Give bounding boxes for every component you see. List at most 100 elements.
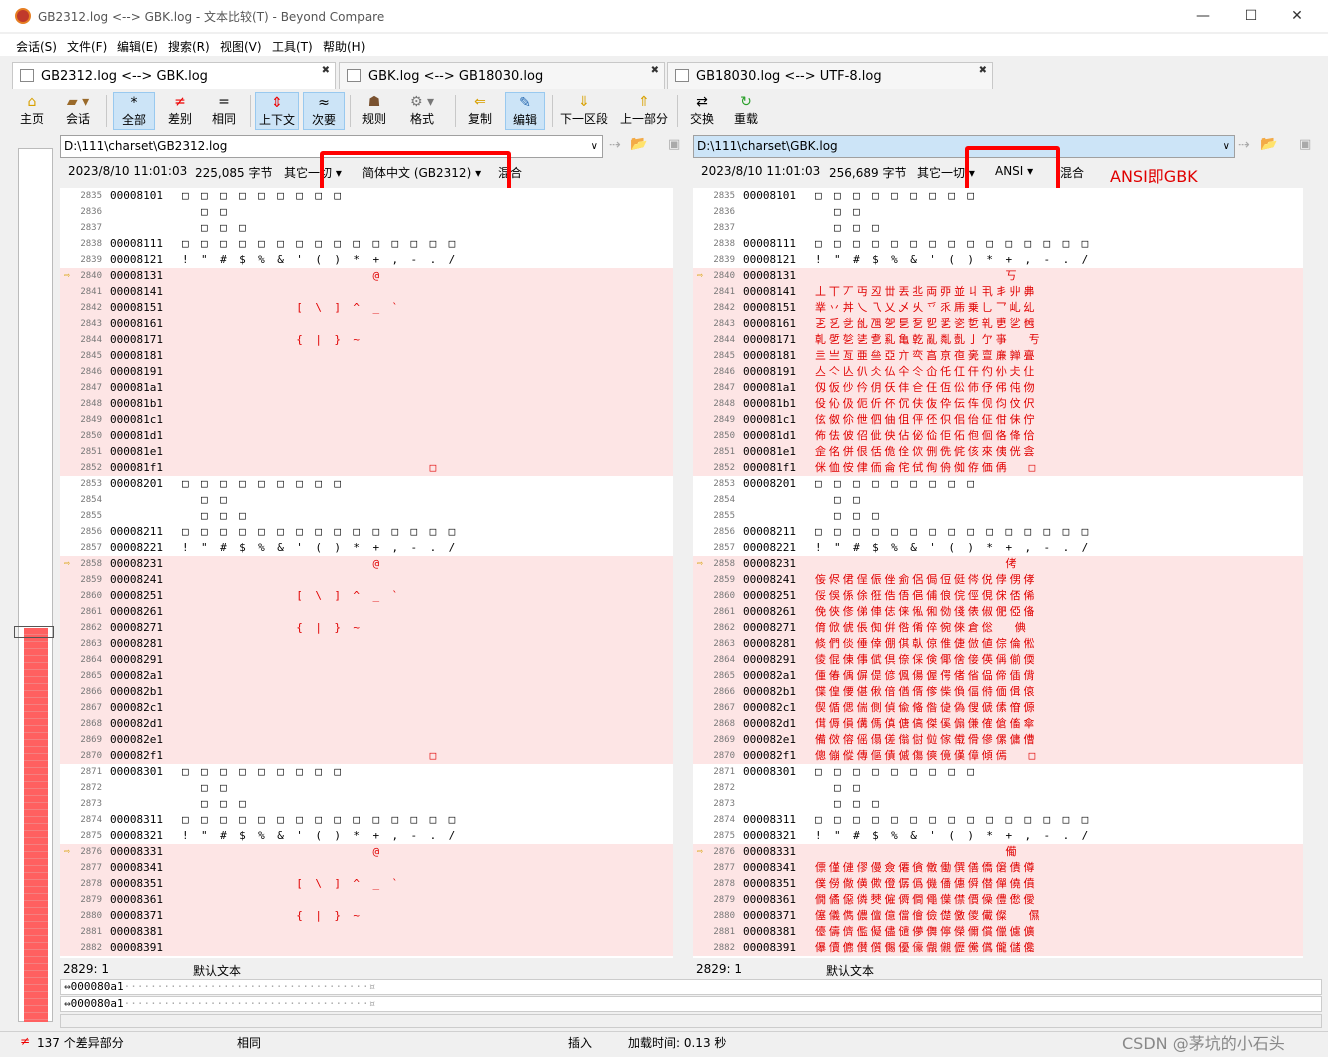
- left-vertical-scrollbar[interactable]: [676, 188, 688, 958]
- code-row[interactable]: 2856 00008211 □ □ □ □ □ □ □ □ □ □ □ □ □ □ …: [693, 524, 1303, 540]
- right-path-field[interactable]: D:\111\charset\GBK.log ∨: [693, 135, 1235, 158]
- code-row[interactable]: 2875 00008321 ! " # $ % & ' ( ) * + , - . …: [60, 828, 673, 844]
- right-mode[interactable]: 混合: [1060, 164, 1084, 181]
- code-row[interactable]: 2846 00008191: [60, 364, 673, 380]
- code-row[interactable]: 2881 00008381 儓儔儕儖儗儘儙儚儛儜儝儞償儠儢儣: [693, 924, 1303, 940]
- code-row[interactable]: 2841 00008141: [60, 284, 673, 300]
- code-row[interactable]: 2874 00008311 □ □ □ □ □ □ □ □ □ □ □ □ □ □ …: [693, 812, 1303, 828]
- folder-open-icon[interactable]: 📂: [1260, 136, 1277, 152]
- code-row[interactable]: 2839 00008121 ! " # $ % & ' ( ) * + , - . …: [693, 252, 1303, 268]
- code-row[interactable]: 2878 00008351 [ \ ] ^ _ `: [60, 876, 673, 892]
- session-button[interactable]: ▰ ▾ 会话: [56, 92, 100, 130]
- code-row[interactable]: ⇨ 2858 00008231 @: [60, 556, 673, 572]
- maximize-button[interactable]: ☐: [1228, 4, 1274, 28]
- code-row[interactable]: 2850 000081d1 佈佉佊佋佌佒佔佖佡佢佦佨佪佫佭佮: [693, 428, 1303, 444]
- code-row[interactable]: 2867 000082c1: [60, 700, 673, 716]
- left-code-pane[interactable]: 2835 00008101 □ □ □ □ □ □ □ □ □ 2836 □ □ 283…: [60, 188, 673, 958]
- code-row[interactable]: 2878 00008351 僕僗僘僙僛僜僝僞僟僠僡僢僣僤僥僨: [693, 876, 1303, 892]
- tab-gb2312-gbk[interactable]: GB2312.log <--> GBK.log ✖: [12, 62, 336, 89]
- code-row[interactable]: 2852 000081f1 □: [60, 460, 673, 476]
- code-row[interactable]: 2849 000081c1 伭伮伱伳伵伷伹伻伾伿佀佁佂佄佅佇: [693, 412, 1303, 428]
- right-vertical-scrollbar[interactable]: [1306, 188, 1320, 958]
- code-row[interactable]: 2869 000082e1: [60, 732, 673, 748]
- tab-gbk-gb18030[interactable]: GBK.log <--> GB18030.log ✖: [339, 62, 665, 89]
- code-row[interactable]: 2873 □ □ □: [60, 796, 673, 812]
- code-row[interactable]: 2852 000081f1 侎侐侒侓侕侖侘侙侚侜侞侟価侢 □: [693, 460, 1303, 476]
- save-icon[interactable]: ▣: [1299, 137, 1311, 152]
- code-row[interactable]: 2875 00008321 ! " # $ % & ' ( ) * + , - . …: [693, 828, 1303, 844]
- minimize-button[interactable]: —: [1180, 4, 1226, 28]
- code-row[interactable]: 2856 00008211 □ □ □ □ □ □ □ □ □ □ □ □ □ □ …: [60, 524, 673, 540]
- tab-gb18030-utf8[interactable]: GB18030.log <--> UTF-8.log ✖: [667, 62, 993, 89]
- code-row[interactable]: 2874 00008311 □ □ □ □ □ □ □ □ □ □ □ □ □ □ …: [60, 812, 673, 828]
- close-icon[interactable]: ✖: [651, 65, 659, 76]
- code-row[interactable]: 2849 000081c1: [60, 412, 673, 428]
- code-row[interactable]: 2853 00008201 □ □ □ □ □ □ □ □ □: [60, 476, 673, 492]
- code-row[interactable]: 2877 00008341 僄僅僆僇僈僉僊僋僌働僎僐僑僒僓僔: [693, 860, 1303, 876]
- code-row[interactable]: 2838 00008111 □ □ □ □ □ □ □ □ □ □ □ □ □ □ …: [693, 236, 1303, 252]
- code-row[interactable]: 2864 00008291: [60, 652, 673, 668]
- code-row[interactable]: 2842 00008151 丵丷丼乀乁乂乄乆乊乑乕乗乚乛乢乣: [693, 300, 1303, 316]
- menu-help[interactable]: 帮助(H): [323, 38, 365, 55]
- save-icon[interactable]: ▣: [668, 137, 680, 152]
- same-button[interactable]: = 相同: [204, 92, 244, 130]
- code-row[interactable]: 2872 □ □: [60, 780, 673, 796]
- reload-button[interactable]: ↻ 重载: [728, 92, 764, 130]
- code-row[interactable]: 2866 000082b1: [60, 684, 673, 700]
- diff-button[interactable]: ≠ 差别: [160, 92, 200, 130]
- copy-button[interactable]: ⇐ 复制: [462, 92, 498, 130]
- code-row[interactable]: 2848 000081b1: [60, 396, 673, 412]
- minor-button[interactable]: ≈ 次要: [303, 92, 345, 130]
- code-row[interactable]: 2880 00008371 { | } ~: [60, 908, 673, 924]
- code-row[interactable]: 2861 00008261: [60, 604, 673, 620]
- code-row[interactable]: 2846 00008191 亼亽亾仈仌仏仐仒仚仛仜仠仢仦仧仩: [693, 364, 1303, 380]
- chevron-down-icon[interactable]: ∨: [591, 136, 598, 157]
- code-row[interactable]: 2865 000082a1: [60, 668, 673, 684]
- close-icon[interactable]: ✖: [322, 65, 330, 76]
- menu-search[interactable]: 搜索(R): [168, 38, 210, 55]
- menu-session[interactable]: 会话(S): [16, 38, 57, 55]
- code-row[interactable]: 2870 000082f1 傯傰傱傳傴債傶傷傸傹傼傽傾傿 □: [693, 748, 1303, 764]
- all-button[interactable]: * 全部: [113, 92, 155, 130]
- code-row[interactable]: 2882 00008391 儤儥儦儧儨儩優儫儬儭儮儯儰儱儲儳: [693, 940, 1303, 956]
- menu-edit[interactable]: 编辑(E): [117, 38, 158, 55]
- prev-section-button[interactable]: ⇑ 上一部分: [618, 92, 670, 130]
- overview-viewport[interactable]: [14, 626, 54, 638]
- code-row[interactable]: 2862 00008271 { | } ~: [60, 620, 673, 636]
- code-row[interactable]: 2871 00008301 □ □ □ □ □ □ □ □ □: [60, 764, 673, 780]
- rules-button[interactable]: ☗ 规则: [356, 92, 392, 130]
- code-row[interactable]: 2837 □ □ □: [693, 220, 1303, 236]
- edit-button[interactable]: ✎ 编辑: [505, 92, 545, 130]
- code-row[interactable]: 2847 000081a1 仭仮仯仱仴仸仹仺仼仾伀伂伃伄伅伆: [693, 380, 1303, 396]
- code-row[interactable]: 2868 000082d1 傇傉傊傋傌傎傏傐傑傒傓傔傕傖傗傘: [693, 716, 1303, 732]
- code-row[interactable]: 2863 00008281 倐們倓倕倖倗倛倝倞倠倢倣値倧倫倯: [693, 636, 1303, 652]
- code-row[interactable]: 2866 000082b1 偞偟偠偡偢偣偤偦偧偨偩偪偫偭偮偯: [693, 684, 1303, 700]
- code-row[interactable]: 2870 000082f1 □: [60, 748, 673, 764]
- code-row[interactable]: 2865 000082a1 偅偆偊偋偍偐偑偒偓偔偖偗偘偙偛偝: [693, 668, 1303, 684]
- context-button[interactable]: ⇕ 上下文: [255, 92, 299, 130]
- code-row[interactable]: 2873 □ □ □: [693, 796, 1303, 812]
- format-button[interactable]: ⚙ ▾ 格式: [400, 92, 444, 130]
- code-row[interactable]: 2851 000081e1: [60, 444, 673, 460]
- next-section-button[interactable]: ⇓ 下一区段: [558, 92, 610, 130]
- close-icon[interactable]: ✖: [979, 65, 987, 76]
- code-row[interactable]: 2857 00008221 ! " # $ % & ' ( ) * + , - . …: [693, 540, 1303, 556]
- menu-view[interactable]: 视图(V): [220, 38, 262, 55]
- code-row[interactable]: 2859 00008241: [60, 572, 673, 588]
- code-row[interactable]: ⇨ 2840 00008131 @: [60, 268, 673, 284]
- code-row[interactable]: 2835 00008101 □ □ □ □ □ □ □ □ □: [693, 188, 1303, 204]
- code-row[interactable]: 2863 00008281: [60, 636, 673, 652]
- code-row[interactable]: 2867 000082c1 偰偱偲偳側偵偸偹偺偼偽傁傂傃傄傆: [693, 700, 1303, 716]
- code-row[interactable]: 2855 □ □ □: [693, 508, 1303, 524]
- code-row[interactable]: ⇨ 2858 00008231 侤: [693, 556, 1303, 572]
- code-row[interactable]: 2879 00008361: [60, 892, 673, 908]
- code-row[interactable]: 2845 00008181 亖亗亙亜亝亞亣亪亯亰亱亴亶亷亸亹: [693, 348, 1303, 364]
- code-row[interactable]: 2860 00008251 [ \ ] ^ _ `: [60, 588, 673, 604]
- code-row[interactable]: 2882 00008391: [60, 940, 673, 956]
- code-row[interactable]: 2864 00008291 倰倱倲倳倵倶倷倸倹倻倽倿偀偁偂偄: [693, 652, 1303, 668]
- code-row[interactable]: 2862 00008271 俼俽俿倀倁倂倃倄倅倇倈倉倊 倎: [693, 620, 1303, 636]
- code-row[interactable]: 2845 00008181: [60, 348, 673, 364]
- code-row[interactable]: 2860 00008251 俀俁係俆俇俈俉俋俌俍俒俓俔俕俖俙: [693, 588, 1303, 604]
- code-row[interactable]: 2868 000082d1: [60, 716, 673, 732]
- code-row[interactable]: 2872 □ □: [693, 780, 1303, 796]
